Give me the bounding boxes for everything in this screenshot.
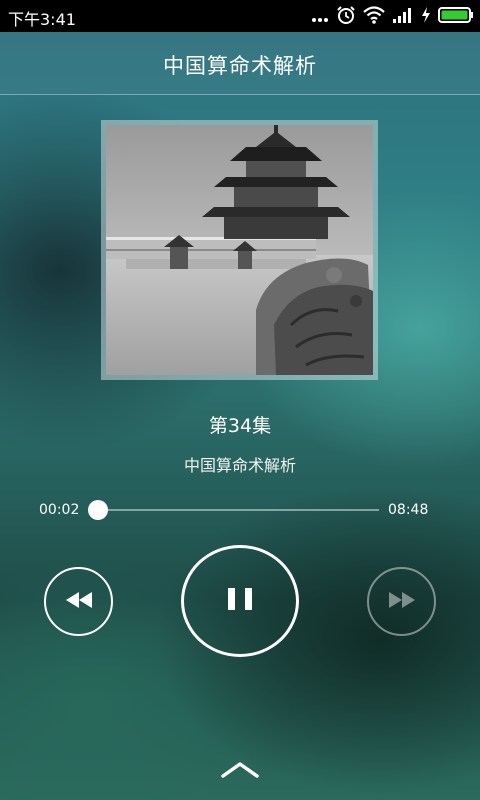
album-title: 中国算命术解析 xyxy=(183,456,296,475)
chevron-up-icon[interactable] xyxy=(220,758,260,780)
title-bar: 中国算命术解析 xyxy=(0,32,480,95)
total-time: 08:48 xyxy=(388,502,429,518)
rewind-button[interactable] xyxy=(44,567,113,636)
play-pause-button[interactable] xyxy=(181,545,299,657)
progress-slider[interactable] xyxy=(88,500,379,520)
album-cover xyxy=(101,120,378,380)
rewind-icon xyxy=(65,591,93,613)
progress-thumb[interactable] xyxy=(88,500,109,520)
pause-icon xyxy=(227,587,253,615)
wifi-icon xyxy=(363,6,385,28)
cover-image xyxy=(106,125,373,375)
signal-icon xyxy=(392,6,414,28)
episode-title: 第34集 xyxy=(208,415,272,437)
page-title: 中国算命术解析 xyxy=(163,54,317,78)
more-dots-icon xyxy=(311,8,329,27)
fast-forward-icon xyxy=(388,591,416,613)
current-time: 00:02 xyxy=(39,502,80,518)
battery-icon xyxy=(438,6,474,28)
status-time: 下午3:41 xyxy=(8,10,76,29)
alarm-icon xyxy=(336,5,356,29)
fast-forward-button[interactable] xyxy=(367,567,436,636)
charging-icon xyxy=(421,6,431,28)
status-bar: 下午3:41 xyxy=(0,0,480,32)
